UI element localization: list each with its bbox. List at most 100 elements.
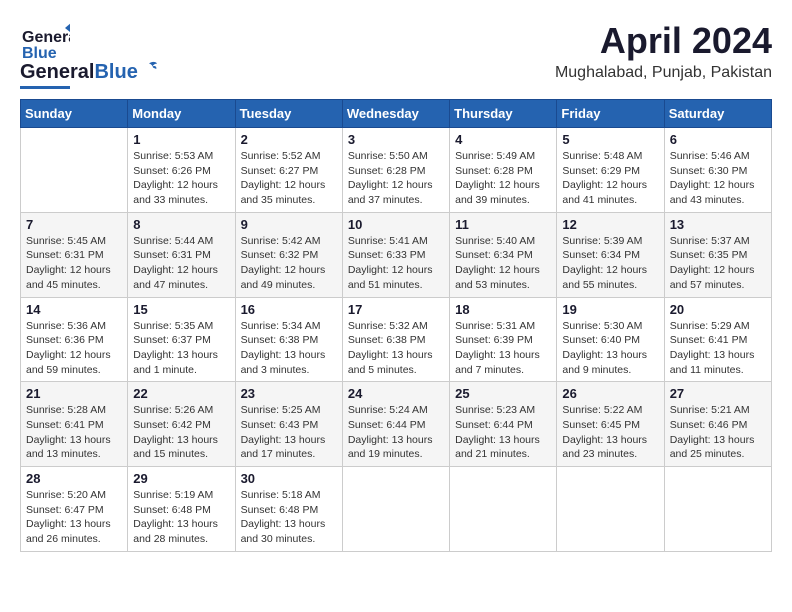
day-number: 21 [26, 386, 122, 401]
svg-text:General: General [22, 29, 70, 46]
day-info: Sunrise: 5:31 AM Sunset: 6:39 PM Dayligh… [455, 319, 551, 378]
day-number: 30 [241, 471, 337, 486]
day-cell: 13 Sunrise: 5:37 AM Sunset: 6:35 PM Dayli… [664, 212, 771, 297]
day-number: 4 [455, 132, 551, 147]
day-cell: 16 Sunrise: 5:34 AM Sunset: 6:38 PM Dayli… [235, 297, 342, 382]
day-number: 16 [241, 302, 337, 317]
title-area: April 2024 Mughalabad, Punjab, Pakistan [555, 20, 772, 82]
day-number: 27 [670, 386, 766, 401]
day-info: Sunrise: 5:19 AM Sunset: 6:48 PM Dayligh… [133, 488, 229, 547]
day-cell: 21 Sunrise: 5:28 AM Sunset: 6:41 PM Dayli… [21, 382, 128, 467]
day-number: 10 [348, 217, 444, 232]
day-info: Sunrise: 5:42 AM Sunset: 6:32 PM Dayligh… [241, 234, 337, 293]
day-info: Sunrise: 5:20 AM Sunset: 6:47 PM Dayligh… [26, 488, 122, 547]
day-info: Sunrise: 5:32 AM Sunset: 6:38 PM Dayligh… [348, 319, 444, 378]
day-info: Sunrise: 5:46 AM Sunset: 6:30 PM Dayligh… [670, 149, 766, 208]
day-info: Sunrise: 5:34 AM Sunset: 6:38 PM Dayligh… [241, 319, 337, 378]
day-cell: 29 Sunrise: 5:19 AM Sunset: 6:48 PM Dayli… [128, 467, 235, 552]
day-info: Sunrise: 5:44 AM Sunset: 6:31 PM Dayligh… [133, 234, 229, 293]
day-info: Sunrise: 5:36 AM Sunset: 6:36 PM Dayligh… [26, 319, 122, 378]
day-info: Sunrise: 5:23 AM Sunset: 6:44 PM Dayligh… [455, 403, 551, 462]
day-number: 14 [26, 302, 122, 317]
day-cell: 1 Sunrise: 5:53 AM Sunset: 6:26 PM Daylig… [128, 128, 235, 213]
day-info: Sunrise: 5:53 AM Sunset: 6:26 PM Dayligh… [133, 149, 229, 208]
day-number: 7 [26, 217, 122, 232]
day-number: 3 [348, 132, 444, 147]
svg-text:Blue: Blue [22, 45, 57, 62]
day-cell: 18 Sunrise: 5:31 AM Sunset: 6:39 PM Dayli… [450, 297, 557, 382]
logo-bird-icon [140, 60, 158, 78]
calendar-table: SundayMondayTuesdayWednesdayThursdayFrid… [20, 99, 772, 552]
day-info: Sunrise: 5:52 AM Sunset: 6:27 PM Dayligh… [241, 149, 337, 208]
day-cell: 26 Sunrise: 5:22 AM Sunset: 6:45 PM Dayli… [557, 382, 664, 467]
header-tuesday: Tuesday [235, 100, 342, 128]
logo-blue-text: Blue [94, 61, 137, 84]
day-cell: 10Sunrise: 5:41 AM Sunset: 6:33 PM Dayli… [342, 212, 449, 297]
location: Mughalabad, Punjab, Pakistan [555, 64, 772, 82]
day-info: Sunrise: 5:18 AM Sunset: 6:48 PM Dayligh… [241, 488, 337, 547]
day-info: Sunrise: 5:39 AM Sunset: 6:34 PM Dayligh… [562, 234, 658, 293]
day-cell: 28 Sunrise: 5:20 AM Sunset: 6:47 PM Dayli… [21, 467, 128, 552]
day-cell: 12 Sunrise: 5:39 AM Sunset: 6:34 PM Dayli… [557, 212, 664, 297]
header-sunday: Sunday [21, 100, 128, 128]
day-cell: 24Sunrise: 5:24 AM Sunset: 6:44 PM Dayli… [342, 382, 449, 467]
day-number: 20 [670, 302, 766, 317]
day-cell [21, 128, 128, 213]
day-cell: 7 Sunrise: 5:45 AM Sunset: 6:31 PM Daylig… [21, 212, 128, 297]
day-number: 12 [562, 217, 658, 232]
day-cell [557, 467, 664, 552]
day-cell: 17Sunrise: 5:32 AM Sunset: 6:38 PM Dayli… [342, 297, 449, 382]
day-number: 8 [133, 217, 229, 232]
header-monday: Monday [128, 100, 235, 128]
day-cell: 22Sunrise: 5:26 AM Sunset: 6:42 PM Dayli… [128, 382, 235, 467]
day-cell: 5Sunrise: 5:48 AM Sunset: 6:29 PM Daylig… [557, 128, 664, 213]
header-wednesday: Wednesday [342, 100, 449, 128]
week-row-5: 28 Sunrise: 5:20 AM Sunset: 6:47 PM Dayli… [21, 467, 772, 552]
day-cell [450, 467, 557, 552]
header: General Blue General Blue April 2024 Mug… [20, 20, 772, 89]
day-info: Sunrise: 5:50 AM Sunset: 6:28 PM Dayligh… [348, 149, 444, 208]
day-cell: 30 Sunrise: 5:18 AM Sunset: 6:48 PM Dayli… [235, 467, 342, 552]
day-cell: 23 Sunrise: 5:25 AM Sunset: 6:43 PM Dayli… [235, 382, 342, 467]
day-number: 24 [348, 386, 444, 401]
header-thursday: Thursday [450, 100, 557, 128]
day-info: Sunrise: 5:28 AM Sunset: 6:41 PM Dayligh… [26, 403, 122, 462]
day-number: 29 [133, 471, 229, 486]
day-number: 18 [455, 302, 551, 317]
day-cell: 8 Sunrise: 5:44 AM Sunset: 6:31 PM Daylig… [128, 212, 235, 297]
day-info: Sunrise: 5:40 AM Sunset: 6:34 PM Dayligh… [455, 234, 551, 293]
day-number: 9 [241, 217, 337, 232]
day-cell: 19Sunrise: 5:30 AM Sunset: 6:40 PM Dayli… [557, 297, 664, 382]
week-row-3: 14 Sunrise: 5:36 AM Sunset: 6:36 PM Dayli… [21, 297, 772, 382]
week-row-2: 7 Sunrise: 5:45 AM Sunset: 6:31 PM Daylig… [21, 212, 772, 297]
day-number: 2 [241, 132, 337, 147]
day-cell: 3 Sunrise: 5:50 AM Sunset: 6:28 PM Daylig… [342, 128, 449, 213]
day-cell: 27 Sunrise: 5:21 AM Sunset: 6:46 PM Dayli… [664, 382, 771, 467]
header-saturday: Saturday [664, 100, 771, 128]
day-number: 22 [133, 386, 229, 401]
calendar-header-row: SundayMondayTuesdayWednesdayThursdayFrid… [21, 100, 772, 128]
week-row-4: 21 Sunrise: 5:28 AM Sunset: 6:41 PM Dayli… [21, 382, 772, 467]
day-number: 13 [670, 217, 766, 232]
month-title: April 2024 [555, 20, 772, 62]
day-info: Sunrise: 5:25 AM Sunset: 6:43 PM Dayligh… [241, 403, 337, 462]
week-row-1: 1 Sunrise: 5:53 AM Sunset: 6:26 PM Daylig… [21, 128, 772, 213]
day-info: Sunrise: 5:29 AM Sunset: 6:41 PM Dayligh… [670, 319, 766, 378]
day-cell [342, 467, 449, 552]
day-number: 26 [562, 386, 658, 401]
day-info: Sunrise: 5:21 AM Sunset: 6:46 PM Dayligh… [670, 403, 766, 462]
day-number: 15 [133, 302, 229, 317]
day-number: 5 [562, 132, 658, 147]
day-number: 25 [455, 386, 551, 401]
day-cell: 25 Sunrise: 5:23 AM Sunset: 6:44 PM Dayli… [450, 382, 557, 467]
day-info: Sunrise: 5:45 AM Sunset: 6:31 PM Dayligh… [26, 234, 122, 293]
day-info: Sunrise: 5:22 AM Sunset: 6:45 PM Dayligh… [562, 403, 658, 462]
day-info: Sunrise: 5:49 AM Sunset: 6:28 PM Dayligh… [455, 149, 551, 208]
day-cell: 6Sunrise: 5:46 AM Sunset: 6:30 PM Daylig… [664, 128, 771, 213]
logo-underline [20, 86, 70, 89]
day-number: 1 [133, 132, 229, 147]
day-number: 11 [455, 217, 551, 232]
day-number: 23 [241, 386, 337, 401]
day-number: 28 [26, 471, 122, 486]
day-info: Sunrise: 5:37 AM Sunset: 6:35 PM Dayligh… [670, 234, 766, 293]
